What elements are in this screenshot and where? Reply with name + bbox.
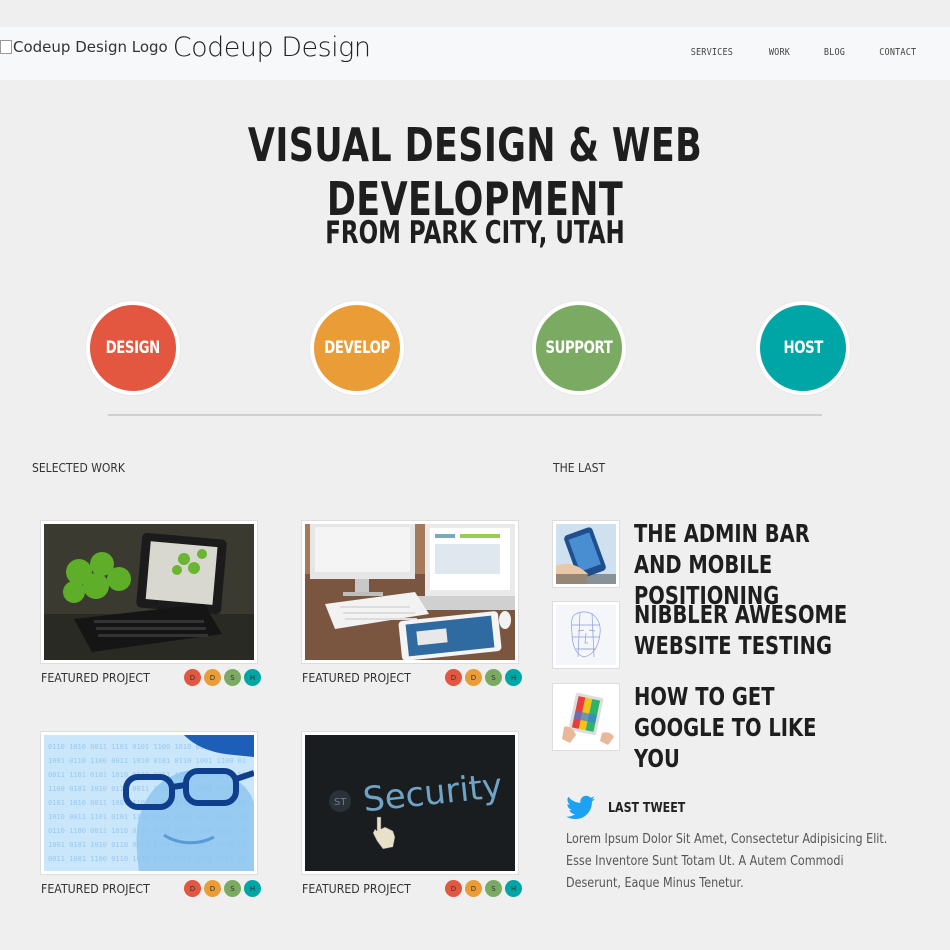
blog-post[interactable]: HOW TO GET GOOGLE TO LIKE YOU (553, 681, 914, 774)
post-title[interactable]: NIBBLER AWESOME WEBSITE TESTING (634, 599, 852, 668)
post-thumb-hands-tablet[interactable] (553, 684, 619, 750)
nav-blog[interactable]: BLOG (823, 47, 844, 58)
tag-develop[interactable]: D (465, 669, 482, 686)
logo-alt-text: Codeup Design Logo (13, 38, 168, 56)
tag-develop[interactable]: D (204, 669, 221, 686)
project-label: FEATURED PROJECT (41, 881, 150, 896)
project-tags: D D S H (184, 880, 261, 897)
tag-support[interactable]: S (224, 669, 241, 686)
logo-link[interactable]: Codeup Design Logo Codeup Design (0, 27, 371, 67)
tag-design[interactable]: D (445, 669, 462, 686)
project-card[interactable]: ST Security FEATURED PROJECT D D S H (302, 732, 522, 897)
logo-image[interactable]: Codeup Design Logo (0, 38, 168, 56)
service-design-button[interactable]: DESIGN (86, 301, 180, 395)
the-last-heading: THE LAST (553, 461, 606, 475)
broken-image-icon (0, 40, 12, 54)
last-tweet-text: Lorem Ipsum Dolor Sit Amet, Consectetur … (566, 832, 888, 891)
tag-host[interactable]: H (505, 880, 522, 897)
tag-develop[interactable]: D (204, 880, 221, 897)
main-nav: SERVICES WORK BLOG CONTACT (657, 47, 920, 58)
project-image-security[interactable]: ST Security (302, 732, 518, 874)
nav-contact[interactable]: CONTACT (880, 47, 917, 58)
project-label: FEATURED PROJECT (302, 881, 411, 896)
tag-support[interactable]: S (485, 880, 502, 897)
tag-support[interactable]: S (485, 669, 502, 686)
nav-services[interactable]: SERVICES (691, 47, 733, 58)
post-title[interactable]: HOW TO GET GOOGLE TO LIKE YOU (634, 681, 852, 774)
svg-text:ST: ST (334, 797, 347, 808)
section-divider (108, 414, 822, 416)
tag-design[interactable]: D (184, 669, 201, 686)
svg-text:1001 0110 1100 0011 1010 0101: 1001 0110 1100 0011 1010 0101 0110 1001 … (48, 757, 246, 765)
post-thumb-phone[interactable] (553, 521, 619, 587)
tag-host[interactable]: H (505, 669, 522, 686)
hero-title: VISUAL DESIGN & WEB DEVELOPMENT (247, 118, 703, 226)
selected-work-heading: SELECTED WORK (32, 461, 126, 475)
last-tweet-title: LAST TWEET (608, 800, 686, 816)
tag-design[interactable]: D (445, 880, 462, 897)
tag-design[interactable]: D (184, 880, 201, 897)
post-title[interactable]: THE ADMIN BAR AND MOBILE POSITIONING (634, 518, 852, 611)
project-image-desk-computers[interactable] (302, 521, 518, 663)
project-tags: D D S H (184, 669, 261, 686)
service-host-button[interactable]: HOST (756, 301, 850, 395)
tag-support[interactable]: S (224, 880, 241, 897)
project-label: FEATURED PROJECT (302, 670, 411, 685)
service-develop-button[interactable]: DEVELOP (310, 301, 404, 395)
project-tags: D D S H (445, 669, 522, 686)
twitter-bird-icon[interactable] (566, 795, 596, 821)
project-image-tablet-keyboard[interactable] (41, 521, 257, 663)
post-thumb-wireframe-face[interactable] (553, 602, 619, 668)
project-card[interactable]: FEATURED PROJECT D D S H (41, 521, 261, 686)
nav-work[interactable]: WORK (769, 47, 790, 58)
tag-host[interactable]: H (244, 880, 261, 897)
site-header: Codeup Design Logo Codeup Design SERVICE… (0, 27, 950, 80)
service-label: HOST (783, 338, 823, 358)
blog-post[interactable]: THE ADMIN BAR AND MOBILE POSITIONING (553, 518, 914, 611)
project-card[interactable]: FEATURED PROJECT D D S H (302, 521, 522, 686)
tag-host[interactable]: H (244, 669, 261, 686)
service-label: DEVELOP (324, 338, 390, 358)
project-label: FEATURED PROJECT (41, 670, 150, 685)
service-support-button[interactable]: SUPPORT (532, 301, 626, 395)
project-card[interactable]: 0110 1010 0011 1101 0101 1100 1010 0110 … (41, 732, 261, 897)
hero-subtitle: FROM PARK CITY, UTAH (325, 215, 625, 251)
blog-post[interactable]: NIBBLER AWESOME WEBSITE TESTING (553, 599, 914, 668)
service-label: SUPPORT (545, 338, 613, 358)
project-image-man-glasses[interactable]: 0110 1010 0011 1101 0101 1100 1010 0110 … (41, 732, 257, 874)
service-label: DESIGN (105, 338, 161, 358)
last-tweet-header: LAST TWEET (566, 795, 699, 821)
brand-name[interactable]: Codeup Design (173, 32, 371, 63)
tag-develop[interactable]: D (465, 880, 482, 897)
project-tags: D D S H (445, 880, 522, 897)
